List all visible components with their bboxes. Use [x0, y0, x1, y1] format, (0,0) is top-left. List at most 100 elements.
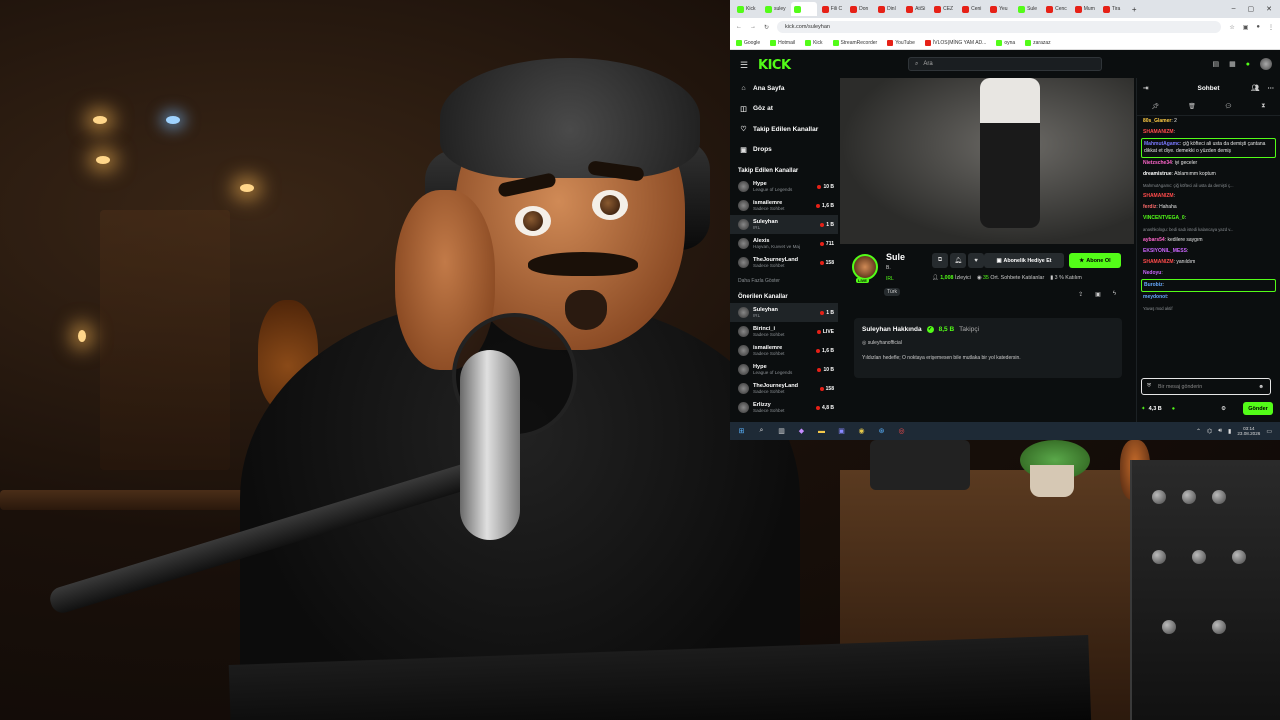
chat-username[interactable]: VINCENTVEGA_0 [1143, 215, 1185, 221]
settings-icon[interactable]: ⚙ [1221, 406, 1226, 412]
hamburger-icon[interactable]: ☰ [740, 60, 750, 71]
copilot-icon[interactable]: ◆ [796, 426, 807, 437]
gift-subscription-button[interactable]: ▣ Abonelik Hediye Et [984, 253, 1064, 268]
browser-tab[interactable]: Sule [1015, 2, 1041, 16]
channel-item[interactable]: Birinci_i Sadece Sohbet LIVE [730, 322, 838, 341]
channel-item[interactable]: ismailemre Sadece Sohbet 1,6 B [730, 341, 838, 360]
bookmark-item[interactable]: YouTube [887, 39, 915, 46]
pin-icon[interactable]: 📌︎ [1151, 103, 1159, 110]
star-icon[interactable]: ☆ [1229, 24, 1234, 31]
chat-username[interactable]: Burobiz [1144, 282, 1163, 288]
nav-item-browse[interactable]: ◫ Göz at [730, 99, 838, 120]
recorder-icon[interactable]: ◎ [896, 426, 907, 437]
browser-tab[interactable]: suley [762, 2, 789, 16]
show-more-link[interactable]: Daha Fazla Göster [730, 272, 838, 286]
stream-tag[interactable]: Türk [884, 288, 900, 296]
browser-tab[interactable] [790, 2, 817, 16]
lightning-icon[interactable]: ϟ [1113, 291, 1116, 298]
points-value[interactable]: 4,3 B [1149, 406, 1162, 412]
minimize-icon[interactable]: – [1232, 5, 1236, 13]
network-app-icon[interactable]: ⊛ [876, 426, 887, 437]
menu-icon[interactable]: ⋮ [1268, 24, 1274, 31]
subscribe-button[interactable]: ★ Abone Ol [1069, 253, 1121, 268]
browser-tab[interactable]: Kick [734, 2, 760, 16]
browser-tab[interactable]: AtiSi [903, 2, 929, 16]
library-icon[interactable]: ▦ [1229, 60, 1236, 68]
follow-button[interactable]: ♥ [968, 253, 984, 268]
channel-item[interactable]: Hype League of Legends 10 B [730, 177, 838, 196]
chat-username[interactable]: Nedoyu [1143, 270, 1161, 276]
kick-logo[interactable]: KICK [758, 58, 791, 73]
share-icon[interactable]: ⇪ [1078, 291, 1083, 298]
chat-input[interactable]: ⛨ Bir mesaj gönderin ☻ [1141, 378, 1271, 395]
bookmark-item[interactable]: oyna [996, 39, 1015, 46]
hourglass-icon[interactable]: ⧗ [1261, 103, 1265, 110]
extensions-icon[interactable]: ▣ [1243, 24, 1249, 31]
maximize-icon[interactable]: ▢ [1248, 5, 1255, 13]
search-input[interactable]: ⌕ Ara [908, 57, 1102, 71]
chat-username[interactable]: SHAMANIZM [1143, 259, 1174, 265]
chat-username[interactable]: MahmutAgamc [1144, 141, 1180, 147]
bookmark-item[interactable]: zarazaz [1025, 39, 1051, 46]
live-status-icon[interactable]: ● [1246, 61, 1250, 68]
chat-username[interactable]: aybars54 [1143, 237, 1165, 243]
browser-tab[interactable]: Tira [1100, 2, 1126, 16]
bookmark-item[interactable]: Kick [805, 39, 823, 46]
chat-username[interactable]: Nietzsche34 [1143, 160, 1172, 166]
chat-username[interactable]: SHAMANIZM [1143, 193, 1174, 199]
browser-tab[interactable]: Don [847, 2, 873, 16]
browser-tab[interactable]: Dinl [875, 2, 901, 16]
windows-start-icon[interactable]: ⊞ [736, 426, 747, 437]
chrome-icon[interactable]: ◉ [856, 426, 867, 437]
video-player[interactable] [840, 78, 1134, 244]
user-avatar[interactable] [1260, 58, 1272, 70]
more-icon[interactable]: ⋯ [1268, 84, 1275, 92]
forward-icon[interactable]: → [750, 24, 756, 30]
chat-username[interactable]: meydonot [1143, 294, 1167, 300]
chevron-up-icon[interactable]: ⌃ [1196, 428, 1201, 435]
browser-tab[interactable]: Fili C [819, 2, 845, 16]
chat-username[interactable]: 80s_Glamer [1143, 118, 1171, 124]
back-icon[interactable]: ← [736, 24, 742, 30]
lock-icon[interactable]: ▣ [1095, 291, 1101, 298]
channel-item[interactable]: TheJourneyLand Sadece Sohbet 158 [730, 253, 838, 272]
notification-icon[interactable]: ▭ [1266, 428, 1272, 435]
collapse-chat-icon[interactable]: ⇥ [1143, 84, 1148, 92]
instagram-link[interactable]: ◎ suleyhanofficial [862, 340, 1114, 346]
users-icon[interactable]: 👥︎ [1251, 84, 1259, 92]
channel-item[interactable]: Hype League of Legends 10 B [730, 360, 838, 379]
bookmark-item[interactable]: Google [736, 39, 760, 46]
channel-item[interactable]: Erlizzy Sadece Sohbet 4,8 B [730, 398, 838, 417]
streamer-avatar[interactable] [852, 254, 878, 280]
message-icon[interactable]: 💬︎ [1225, 103, 1233, 110]
bookmark-item[interactable]: İVLOS(MİNG YAM AD... [924, 39, 986, 46]
browser-tab[interactable]: Cenc [1043, 2, 1070, 16]
chat-username[interactable]: SHAMANIZM [1143, 129, 1174, 135]
new-tab-icon[interactable]: + [1132, 5, 1137, 14]
notification-button[interactable]: 🔔︎ [950, 253, 966, 268]
battery-icon[interactable]: ▮ [1228, 428, 1231, 435]
browser-tab[interactable]: Yeu [987, 2, 1013, 16]
trash-icon[interactable]: 🗑︎ [1188, 103, 1196, 110]
file-explorer-icon[interactable]: ▬ [816, 426, 827, 437]
channel-item[interactable]: Alexis Hayvan, Kuvvet ve Maj 711 [730, 234, 838, 253]
browser-tab[interactable]: Ceni [959, 2, 985, 16]
nav-item-drops[interactable]: ▣ Drops [730, 140, 838, 161]
search-icon[interactable]: ⌕ [756, 426, 767, 437]
emoji-icon[interactable]: ☻ [1258, 384, 1264, 390]
teams-icon[interactable]: ▣ [836, 426, 847, 437]
profile-icon[interactable]: ● [1256, 24, 1260, 30]
network-icon[interactable]: ⌬ [1207, 428, 1212, 435]
kick-coin-icon[interactable]: ● [1172, 406, 1175, 412]
chat-username[interactable]: ferdiz [1143, 204, 1156, 210]
channel-item[interactable]: Suleyhan IRL 1 B [730, 303, 838, 322]
channel-item[interactable]: TheJourneyLand Sadece Sohbet 158 [730, 379, 838, 398]
close-icon[interactable]: ✕ [1266, 5, 1272, 13]
bookmark-item[interactable]: Hotmail [770, 39, 795, 46]
nav-item-heart[interactable]: ♡ Takip Edilen Kanallar [730, 119, 838, 140]
reload-icon[interactable]: ↻ [764, 24, 769, 31]
clip-button[interactable]: ⧉ [932, 253, 948, 268]
studio-icon[interactable]: ▤ [1213, 60, 1220, 68]
bookmark-item[interactable]: StreamRecorder [832, 39, 877, 46]
chat-username[interactable]: dreamistrue [1143, 171, 1172, 177]
